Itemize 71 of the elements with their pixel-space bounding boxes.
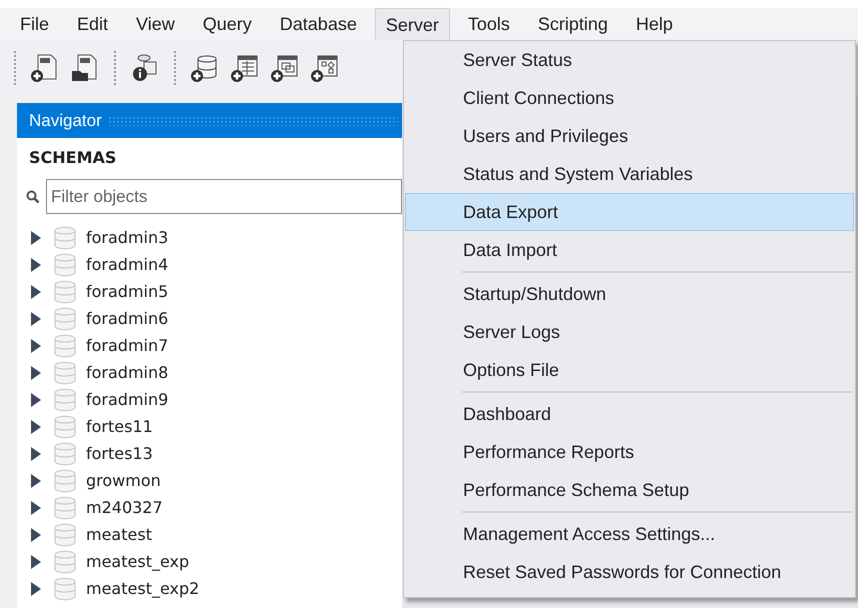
- menu-item[interactable]: Server: [374, 8, 450, 40]
- database-icon: [54, 414, 76, 438]
- schema-name[interactable]: meatest_exp2: [86, 576, 200, 600]
- menu-item[interactable]: Tools: [458, 8, 520, 40]
- menu-option[interactable]: Startup/Shutdown: [405, 275, 854, 313]
- expand-arrow-icon[interactable]: [30, 230, 42, 244]
- menu-option[interactable]: Performance Schema Setup: [405, 471, 854, 509]
- database-icon: [54, 468, 76, 492]
- schema-name[interactable]: m240327: [86, 496, 163, 520]
- menu-option[interactable]: Users and Privileges: [405, 117, 854, 155]
- expand-arrow-icon[interactable]: [30, 528, 42, 542]
- database-icon: [54, 252, 76, 276]
- database-icon: [54, 522, 76, 546]
- expand-arrow-icon[interactable]: [30, 366, 42, 380]
- expand-arrow-icon[interactable]: [30, 284, 42, 298]
- navigator-title: Navigator: [29, 110, 102, 132]
- schema-name[interactable]: growmon: [86, 468, 161, 492]
- expand-arrow-icon[interactable]: [30, 582, 42, 596]
- expand-arrow-icon[interactable]: [30, 554, 42, 568]
- menu-item[interactable]: View: [126, 8, 185, 40]
- expand-arrow-icon[interactable]: [30, 500, 42, 514]
- schema-name[interactable]: foradmin6: [86, 306, 168, 330]
- menu-option[interactable]: Dashboard: [405, 395, 854, 433]
- menu-option[interactable]: Server Logs: [405, 313, 854, 351]
- menu-option[interactable]: Reset Saved Passwords for Connection: [405, 553, 854, 591]
- menu-option[interactable]: Options File: [405, 351, 854, 389]
- database-icon: [54, 306, 76, 330]
- schema-name[interactable]: foradmin3: [86, 226, 168, 250]
- menu-option[interactable]: Data Export: [405, 193, 854, 231]
- schema-name[interactable]: foradmin4: [86, 252, 168, 276]
- section-heading: SCHEMAS: [28, 147, 118, 169]
- view-add-icon[interactable]: [270, 53, 300, 83]
- filter-field[interactable]: Filter objects: [46, 179, 402, 214]
- menu-item[interactable]: File: [10, 8, 60, 40]
- menu-item[interactable]: Scripting: [528, 8, 618, 40]
- routine-add-icon[interactable]: [310, 53, 340, 83]
- database-icon: [54, 226, 76, 250]
- menu-item[interactable]: Help: [626, 8, 683, 40]
- expand-arrow-icon[interactable]: [30, 338, 42, 352]
- menu-option[interactable]: Status and System Variables: [405, 155, 854, 193]
- schema-name[interactable]: foradmin7: [86, 334, 168, 358]
- database-icon: [54, 576, 76, 600]
- menu-item[interactable]: Edit: [67, 8, 118, 40]
- expand-arrow-icon[interactable]: [30, 420, 42, 434]
- menu-option[interactable]: Client Connections: [405, 79, 854, 117]
- database-icon: [54, 550, 76, 574]
- menu-option[interactable]: Data Import: [405, 231, 854, 269]
- expand-arrow-icon[interactable]: [30, 474, 42, 488]
- schema-name[interactable]: fortes11: [86, 414, 153, 438]
- database-icon: [54, 442, 76, 466]
- expand-arrow-icon[interactable]: [30, 258, 42, 272]
- expand-arrow-icon[interactable]: [30, 392, 42, 406]
- schema-name[interactable]: meatest_exp: [86, 550, 190, 574]
- menu-item[interactable]: Database: [270, 8, 367, 40]
- schema-name[interactable]: foradmin5: [86, 280, 168, 304]
- schema-name[interactable]: foradmin9: [86, 388, 168, 412]
- schema-name[interactable]: fortes13: [86, 442, 153, 466]
- schema-name[interactable]: meatest: [86, 522, 152, 546]
- database-icon: [54, 280, 76, 304]
- database-icon: [54, 388, 76, 412]
- menu-option[interactable]: Management Access Settings...: [405, 515, 854, 553]
- expand-arrow-icon[interactable]: [30, 312, 42, 326]
- database-icon: [54, 334, 76, 358]
- menu-item[interactable]: Query: [192, 8, 262, 40]
- search-icon: [26, 190, 40, 204]
- menu-option[interactable]: Performance Reports: [405, 433, 854, 471]
- database-icon: [54, 496, 76, 520]
- database-icon: [54, 360, 76, 384]
- table-add-icon[interactable]: [230, 53, 260, 83]
- schema-name[interactable]: foradmin8: [86, 360, 168, 384]
- expand-arrow-icon[interactable]: [30, 446, 42, 460]
